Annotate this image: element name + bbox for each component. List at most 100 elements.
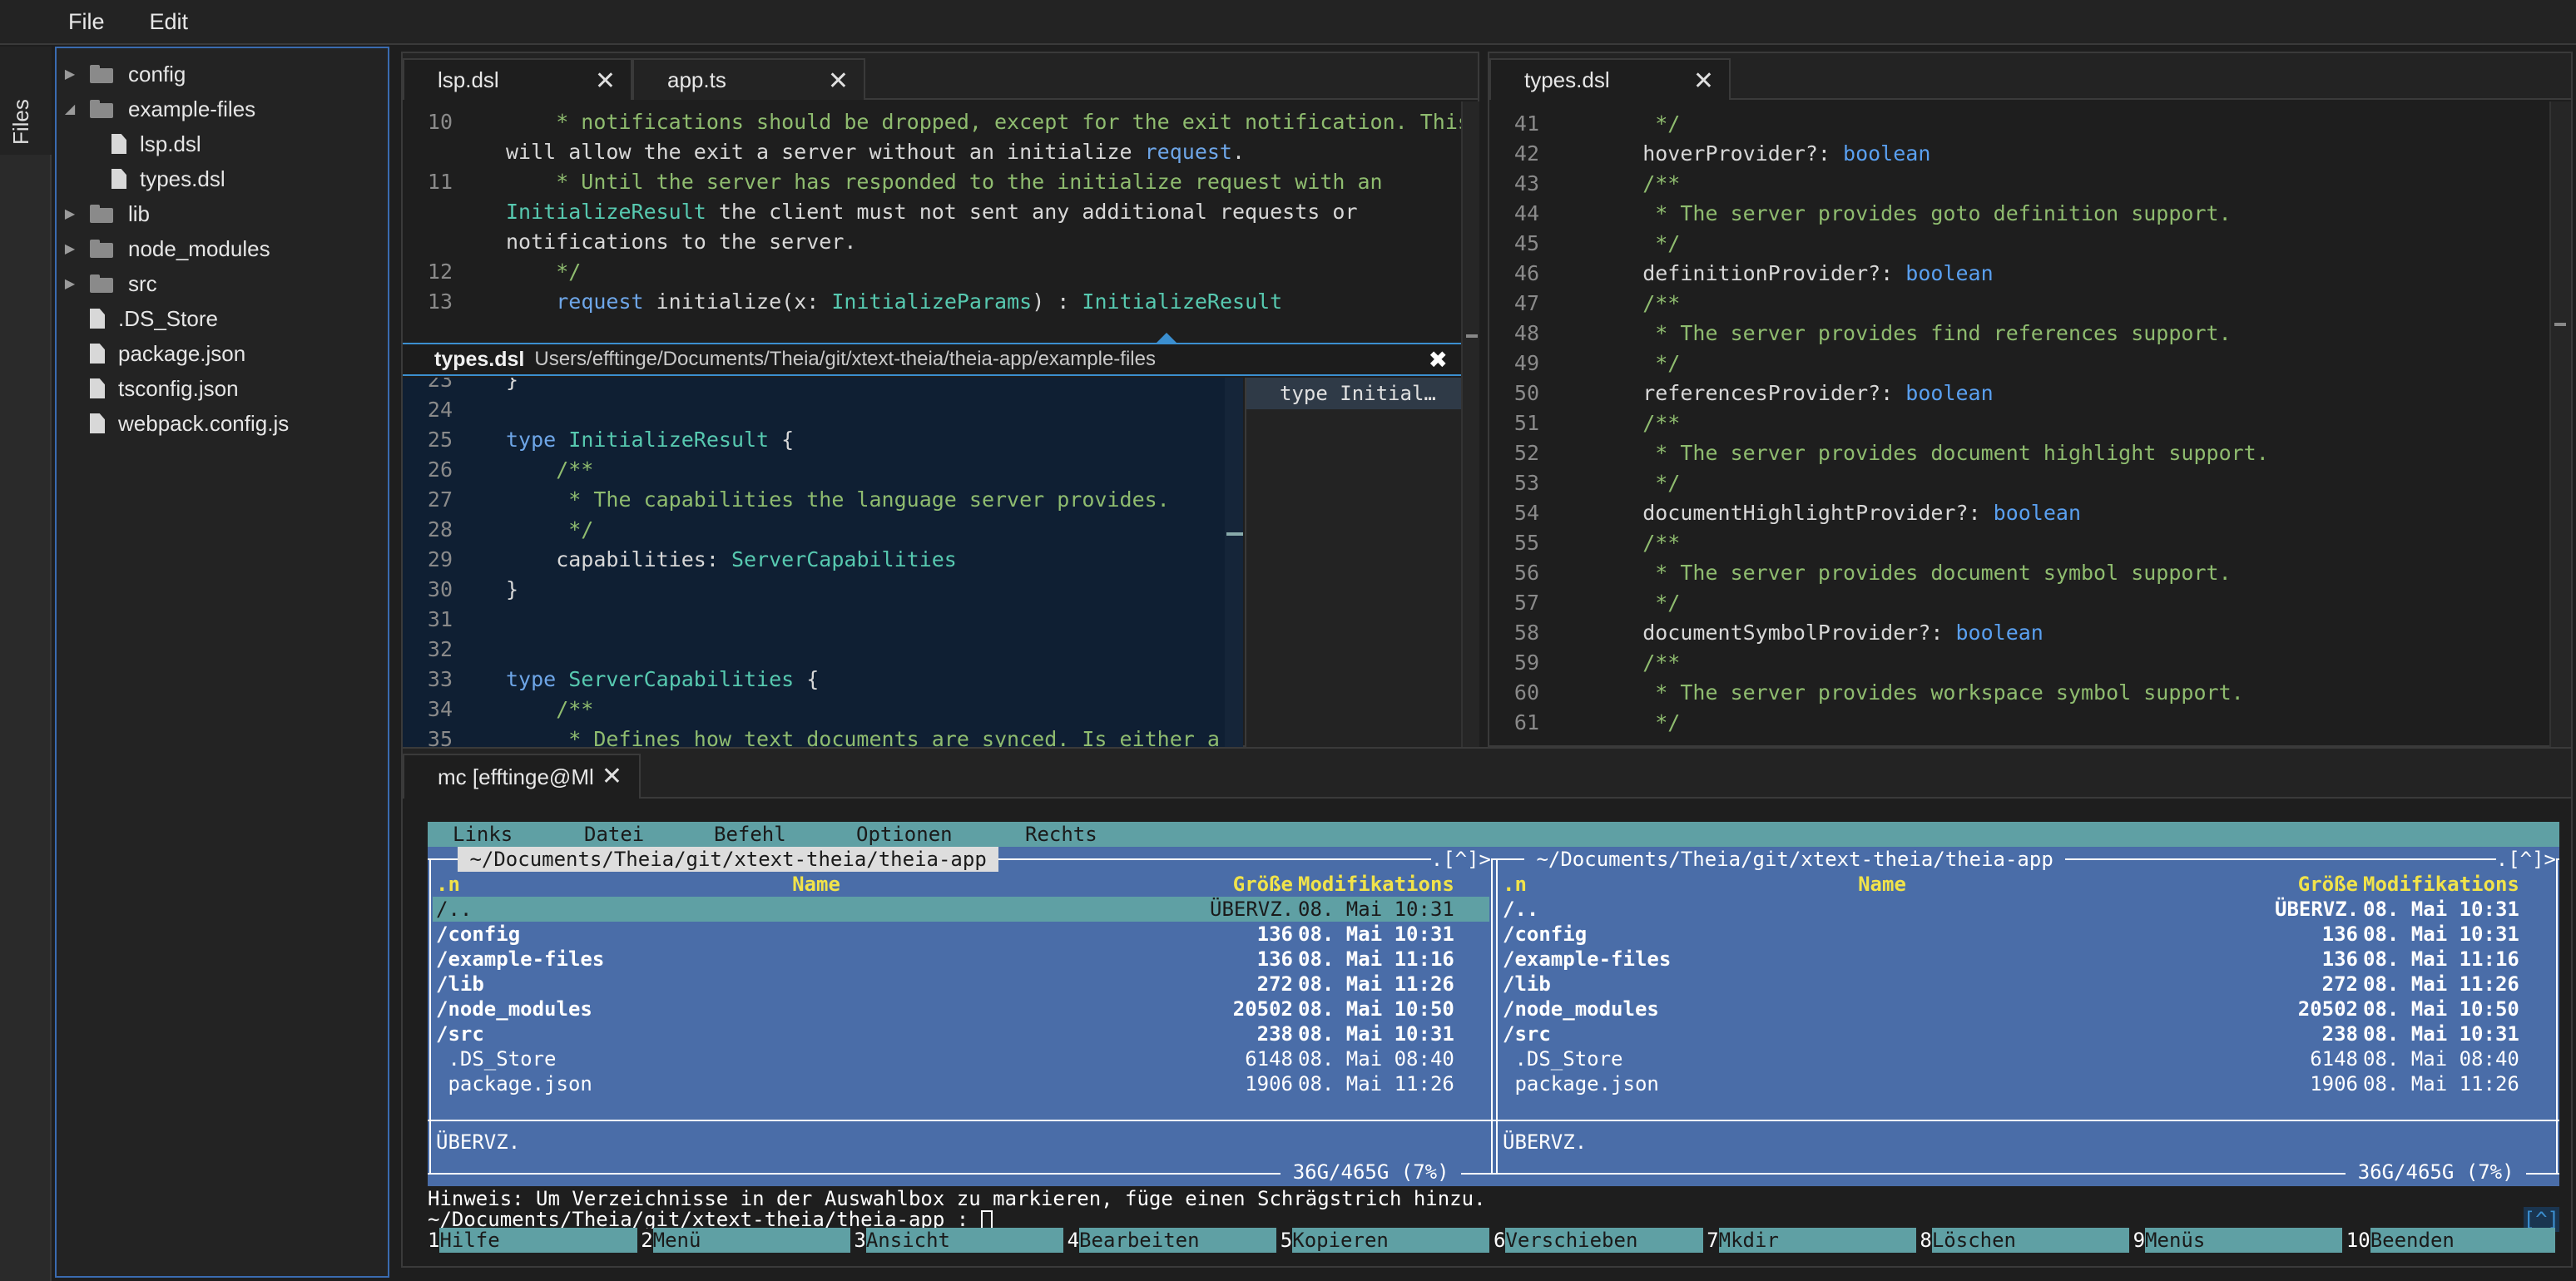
file-row[interactable]: /config 136 08. Mai 10:31 <box>1499 922 2554 947</box>
fkey-9[interactable]: 9Menüs <box>2133 1228 2346 1253</box>
close-icon[interactable]: ✕ <box>602 762 622 791</box>
line-number: 48 <box>1513 321 1539 345</box>
file-row-mtime: 08. Mai 08:40 <box>1298 1047 1454 1071</box>
close-icon[interactable]: ✕ <box>828 67 849 96</box>
file-row[interactable]: /node_modules 20502 08. Mai 10:50 <box>433 997 1489 1021</box>
code-editor[interactable]: 10 * notifications should be dropped, ex… <box>403 110 1470 343</box>
panel-corner[interactable]: .[^]> <box>2495 847 2556 872</box>
fkey-number: 7 <box>1707 1229 1719 1252</box>
mc-menu-item[interactable]: Links <box>453 823 513 846</box>
menu-file[interactable]: File <box>58 6 115 38</box>
tab-label: lsp.dsl <box>438 67 499 92</box>
file-row[interactable]: /lib 272 08. Mai 11:26 <box>1499 972 2554 997</box>
file-row[interactable]: /.. ÜBERVZ. 08. Mai 10:31 <box>1499 897 2554 922</box>
file-row[interactable]: /.. ÜBERVZ. 08. Mai 10:31 <box>433 897 1489 922</box>
close-icon[interactable]: ✕ <box>595 67 616 96</box>
files-view-tab[interactable]: Files <box>0 47 52 155</box>
file-row[interactable]: /src 238 08. Mai 10:31 <box>1499 1021 2554 1046</box>
folder-item[interactable]: ▶ config <box>62 57 186 92</box>
file-row[interactable]: /example-files 136 08. Mai 11:16 <box>433 947 1489 972</box>
tab-types-dsl[interactable]: types.dsl ✕ <box>1489 58 1731 100</box>
code-line: request initialize(x: InitializeParams) … <box>556 289 1283 314</box>
folder-item[interactable]: ▶ lib <box>62 196 150 231</box>
code-line: * The server provides document symbol su… <box>1593 561 2232 585</box>
peek-scrollbar[interactable] <box>1225 378 1243 794</box>
folder-item[interactable]: ◢ example-files <box>62 92 255 126</box>
tab-lsp-dsl[interactable]: lsp.dsl ✕ <box>403 58 632 100</box>
panel-corner[interactable]: .[^]> <box>1430 847 1491 872</box>
file-row[interactable]: /lib 272 08. Mai 11:26 <box>433 972 1489 997</box>
mc-menu-item[interactable]: Befehl <box>714 823 786 846</box>
fkey-2[interactable]: 2Menü <box>641 1228 854 1253</box>
file-row[interactable]: .DS_Store 6148 08. Mai 08:40 <box>1499 1046 2554 1071</box>
code-line: referencesProvider?: boolean <box>1593 381 1994 405</box>
tree-item-label: types.dsl <box>140 166 225 191</box>
line-number: 54 <box>1513 501 1539 525</box>
file-row[interactable]: package.json 1906 08. Mai 11:26 <box>1499 1071 2554 1096</box>
file-row-mtime: 08. Mai 11:26 <box>2363 1072 2519 1096</box>
mc-menu-item[interactable]: Datei <box>584 823 644 846</box>
file-row-name: package.json <box>1503 1072 1659 1096</box>
menu-edit[interactable]: Edit <box>140 6 199 38</box>
fkey-3[interactable]: 3Ansicht <box>854 1228 1067 1253</box>
code-line: */ <box>1593 111 1681 136</box>
peek-reference-item[interactable]: type Initial… <box>1246 378 1461 409</box>
fkey-7[interactable]: 7Mkdir <box>1707 1228 1920 1253</box>
file-item[interactable]: lsp.dsl <box>111 126 201 161</box>
code-line: /** <box>506 697 594 721</box>
folder-item[interactable]: ▶ src <box>62 266 157 301</box>
fkey-label: Bearbeiten <box>1079 1228 1277 1253</box>
line-number: 47 <box>1513 291 1539 315</box>
fkey-4[interactable]: 4Bearbeiten <box>1067 1228 1281 1253</box>
fkey-6[interactable]: 6Verschieben <box>1494 1228 1707 1253</box>
close-icon[interactable]: ✕ <box>1693 67 1714 96</box>
file-row-size: 1906 <box>2310 1072 2358 1096</box>
file-row[interactable]: package.json 1906 08. Mai 11:26 <box>433 1071 1489 1096</box>
file-row-size: 136 <box>2321 947 2358 971</box>
code-line: */ <box>506 517 594 542</box>
file-row[interactable]: /example-files 136 08. Mai 11:16 <box>1499 947 2554 972</box>
file-item[interactable]: .DS_Store <box>62 301 218 336</box>
panel-path[interactable]: ~/Documents/Theia/git/xtext-theia/theia-… <box>1524 847 2066 872</box>
editor-scrollbar[interactable] <box>2549 101 2571 747</box>
line-number: 61 <box>1513 710 1539 734</box>
file-item[interactable]: webpack.config.js <box>62 406 289 441</box>
line-number: 12 <box>427 260 453 284</box>
peek-code-editor[interactable]: 23} 24 25 type InitializeResult {26 /** 27 *… <box>403 378 1243 794</box>
editor-scrollbar[interactable] <box>1461 101 1479 747</box>
right-panel[interactable]: ~/Documents/Theia/git/xtext-theia/theia-… <box>1494 847 2559 1186</box>
line-number: 30 <box>427 577 453 601</box>
file-row-name: /lib <box>436 972 484 996</box>
line-number: 28 <box>427 517 453 542</box>
fkey-5[interactable]: 5Kopieren <box>1280 1228 1494 1253</box>
file-row[interactable]: /src 238 08. Mai 10:31 <box>433 1021 1489 1046</box>
file-row-name: .DS_Store <box>1503 1047 1623 1071</box>
file-item[interactable]: package.json <box>62 336 245 371</box>
mc-menu-item[interactable]: Optionen <box>856 823 953 846</box>
mc-menu-item[interactable]: Rechts <box>1025 823 1097 846</box>
close-icon[interactable]: ✖ <box>1429 346 1448 373</box>
file-row[interactable]: .DS_Store 6148 08. Mai 08:40 <box>433 1046 1489 1071</box>
fkey-1[interactable]: 1Hilfe <box>428 1228 641 1253</box>
panel-header: .n Name Größe Modifikations <box>433 872 1489 897</box>
file-row[interactable]: /node_modules 20502 08. Mai 10:50 <box>1499 997 2554 1021</box>
file-row[interactable]: /config 136 08. Mai 10:31 <box>433 922 1489 947</box>
line-number: 24 <box>427 398 453 422</box>
fkey-10[interactable]: 10Beenden <box>2346 1228 2559 1253</box>
left-panel[interactable]: ~/Documents/Theia/git/xtext-theia/theia-… <box>428 847 1494 1186</box>
file-item[interactable]: types.dsl <box>111 161 225 196</box>
folder-item[interactable]: ▶ node_modules <box>62 231 270 266</box>
file-row-name: /lib <box>1503 972 1551 996</box>
fkey-8[interactable]: 8Löschen <box>1920 1228 2133 1253</box>
tab-terminal[interactable]: mc [efftinge@Ml ✕ <box>403 754 641 799</box>
panel-frame-side <box>1496 858 1498 1175</box>
function-key-bar: 1Hilfe 2Menü 3Ansicht 4Bearbeiten 5Kopieren 6… <box>428 1228 2559 1253</box>
line-number: 31 <box>427 607 453 631</box>
code-line: * The server provides find references su… <box>1593 321 2232 345</box>
panel-path[interactable]: ~/Documents/Theia/git/xtext-theia/theia-… <box>458 847 999 872</box>
terminal-screen[interactable]: Links Datei Befehl Optionen Rechts ~/Documen… <box>428 822 2559 1254</box>
file-item[interactable]: tsconfig.json <box>62 371 239 406</box>
tab-app-ts[interactable]: app.ts ✕ <box>632 58 865 100</box>
code-editor[interactable]: 41 */42 hoverProvider?: boolean 43 /** 44 … <box>1489 111 2546 744</box>
peek-view-header: types.dsl Users/efftinge/Documents/Theia… <box>403 343 1461 376</box>
